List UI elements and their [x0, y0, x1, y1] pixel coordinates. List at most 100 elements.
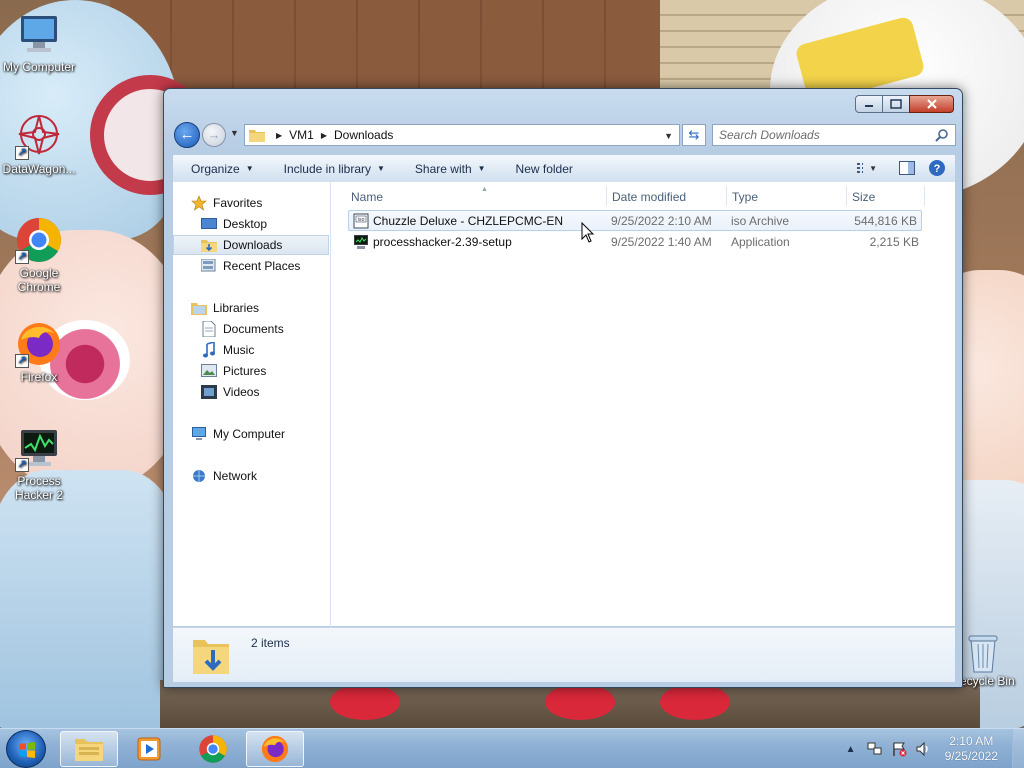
address-dropdown-icon[interactable]: ▼ — [664, 131, 673, 141]
minimize-button[interactable] — [855, 95, 883, 113]
view-list-icon — [857, 163, 864, 173]
documents-icon — [201, 321, 217, 337]
breadcrumb-vm1[interactable]: VM1 — [289, 128, 314, 142]
folder-icon — [249, 130, 265, 142]
nav-item-documents[interactable]: Documents — [173, 319, 329, 339]
file-row[interactable]: iso Chuzzle Deluxe - CHZLEPCMC-EN 9/25/2… — [348, 210, 922, 231]
address-bar[interactable]: ▶ VM1 ▶ Downloads ▼ — [244, 124, 680, 146]
nav-item-music[interactable]: Music — [173, 340, 329, 360]
change-view-button[interactable]: ▼ — [857, 159, 877, 177]
breadcrumb-separator: ▶ — [276, 130, 283, 140]
nav-item-favorites[interactable]: Favorites — [173, 193, 329, 213]
taskbar: ▲ 2:10 AM 9/25/2022 — [0, 728, 1024, 768]
chevron-down-icon: ▼ — [869, 163, 877, 173]
tray-expand-button[interactable]: ▲ — [843, 741, 859, 757]
tray-network[interactable] — [867, 741, 883, 757]
taskbar-file-explorer[interactable] — [60, 731, 118, 767]
preview-pane-button[interactable] — [897, 159, 917, 177]
help-button[interactable]: ? — [927, 159, 947, 177]
column-header-size[interactable]: Size — [852, 186, 922, 208]
nav-item-pictures[interactable]: Pictures — [173, 361, 329, 381]
clock[interactable]: 2:10 AM 9/25/2022 — [945, 734, 998, 764]
taskbar-firefox[interactable] — [246, 731, 304, 767]
arrow-left-icon: ← — [179, 126, 195, 143]
close-icon — [926, 99, 937, 109]
new-folder-button[interactable]: New folder — [516, 162, 573, 176]
nav-item-libraries[interactable]: Libraries — [173, 298, 329, 318]
file-date: 9/25/2022 1:40 AM — [611, 235, 712, 249]
chevron-down-icon: ▼ — [377, 164, 385, 173]
network-icon — [191, 468, 207, 484]
file-list: ▲ Name Date modified Type Size iso Chuzz… — [333, 182, 955, 627]
file-row[interactable]: processhacker-2.39-setup 9/25/2022 1:40 … — [349, 232, 923, 253]
nav-label: Recent Places — [223, 259, 301, 273]
file-date: 9/25/2022 2:10 AM — [611, 214, 712, 228]
svg-text:iso: iso — [357, 217, 364, 223]
details-pane: 2 items — [172, 627, 956, 683]
nav-item-videos[interactable]: Videos — [173, 382, 329, 402]
forward-button[interactable]: → — [202, 123, 226, 147]
minimize-icon — [865, 105, 873, 107]
file-type: Application — [731, 235, 790, 249]
file-explorer-icon — [75, 739, 103, 761]
column-divider[interactable] — [606, 186, 607, 206]
back-button[interactable]: ← — [174, 122, 200, 148]
shortcut-arrow-icon: ↗ — [15, 458, 29, 472]
nav-label: Videos — [223, 385, 260, 399]
include-in-library-button[interactable]: Include in library ▼ — [284, 162, 385, 176]
search-icon[interactable] — [935, 128, 949, 142]
recent-pages-dropdown[interactable]: ▼ — [230, 128, 239, 138]
organize-button[interactable]: Organize ▼ — [191, 162, 254, 176]
column-header-date[interactable]: Date modified — [612, 186, 732, 208]
wallpaper-ball — [660, 684, 730, 720]
desktop-icon-firefox[interactable]: ↗ Firefox — [0, 320, 78, 384]
tray-action-center[interactable] — [891, 741, 907, 757]
search-input[interactable] — [713, 125, 923, 145]
column-header-name[interactable]: ▲ Name — [351, 186, 606, 208]
file-size: 544,816 KB — [854, 214, 917, 228]
iso-icon: iso — [353, 213, 369, 229]
column-header-type[interactable]: Type — [732, 186, 842, 208]
desktop-icon-my-computer[interactable]: My Computer — [0, 10, 78, 74]
nav-label: Desktop — [223, 217, 268, 231]
address-row: ← → ▼ ▶ VM1 ▶ Downloads ▼ ⇆ — [172, 122, 956, 148]
nav-item-network[interactable]: Network — [173, 466, 329, 486]
desktop-icon-label: My Computer — [2, 60, 76, 74]
nav-item-recent-places[interactable]: Recent Places — [173, 256, 329, 276]
column-header-label: Date modified — [612, 190, 687, 204]
nav-item-downloads[interactable]: Downloads — [173, 235, 329, 255]
column-divider[interactable] — [726, 186, 727, 206]
nav-item-my-computer[interactable]: My Computer — [173, 424, 329, 444]
window-controls — [855, 95, 954, 113]
desktop-icon-chrome[interactable]: ↗ Google Chrome — [0, 216, 78, 294]
close-button[interactable] — [909, 95, 954, 113]
column-divider[interactable] — [846, 186, 847, 206]
breadcrumb-separator: ▶ — [320, 130, 327, 140]
nav-item-desktop[interactable]: Desktop — [173, 214, 329, 234]
chevron-down-icon: ▼ — [245, 164, 254, 173]
maximize-button[interactable] — [882, 95, 910, 113]
desktop-icon-datawagon[interactable]: ↗ DataWagon... — [0, 112, 78, 176]
process-hacker-icon: ↗ — [15, 424, 63, 472]
start-button[interactable] — [6, 730, 46, 768]
explorer-window: ← → ▼ ▶ VM1 ▶ Downloads ▼ ⇆ Organize ▼ In… — [163, 88, 963, 688]
application-icon — [354, 235, 368, 249]
taskbar-media-player[interactable] — [120, 731, 178, 767]
system-tray: ▲ 2:10 AM 9/25/2022 — [835, 729, 1024, 768]
wallpaper-ball — [545, 684, 615, 720]
preview-pane-icon — [899, 161, 915, 175]
show-desktop-button[interactable] — [1012, 729, 1024, 768]
desktop-icon-process-hacker[interactable]: ↗ Process Hacker 2 — [0, 424, 78, 502]
chrome-icon: ↗ — [15, 216, 63, 264]
wallpaper-dress-left — [0, 470, 180, 728]
wallpaper-brick — [110, 0, 660, 95]
share-with-button[interactable]: Share with ▼ — [415, 162, 486, 176]
search-box[interactable] — [712, 124, 956, 146]
breadcrumb-downloads[interactable]: Downloads — [334, 128, 393, 142]
refresh-button[interactable]: ⇆ — [682, 124, 706, 146]
tray-volume[interactable] — [915, 741, 931, 757]
taskbar-chrome[interactable] — [184, 731, 242, 767]
column-divider[interactable] — [924, 186, 925, 206]
shortcut-arrow-icon: ↗ — [15, 354, 29, 368]
wallpaper-ball — [330, 684, 400, 720]
